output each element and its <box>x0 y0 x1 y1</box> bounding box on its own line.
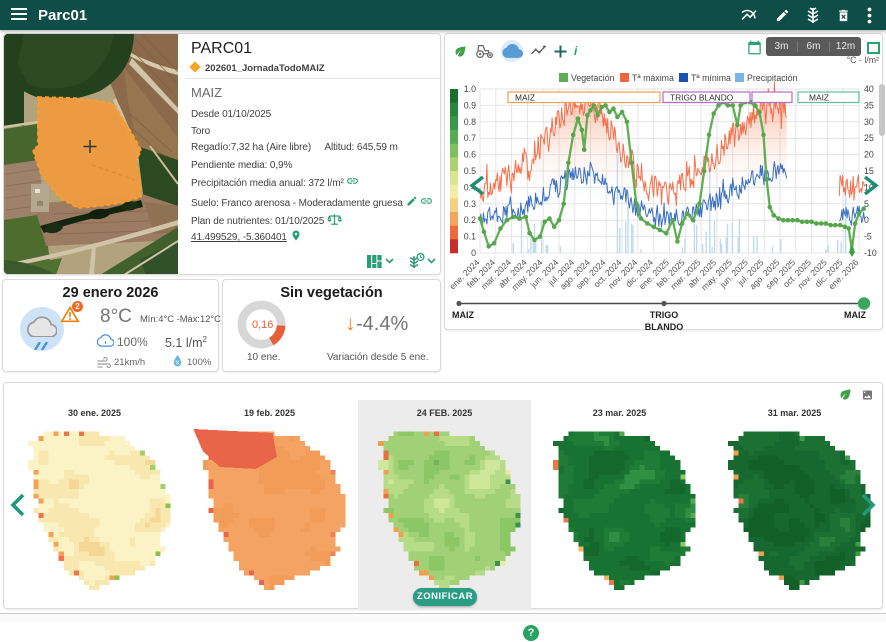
svg-text:0.1: 0.1 <box>464 232 476 242</box>
svg-text:0.7: 0.7 <box>464 133 476 143</box>
svg-text:TRIGO BLANDO: TRIGO BLANDO <box>670 93 734 103</box>
svg-text:°C - l/m²: °C - l/m² <box>847 55 879 65</box>
svg-text:Tª máxima: Tª máxima <box>632 73 674 83</box>
svg-text:5: 5 <box>864 199 869 209</box>
svg-text:30: 30 <box>864 117 874 127</box>
svg-text:MAIZ: MAIZ <box>515 93 535 103</box>
svg-text:25: 25 <box>864 133 874 143</box>
svg-text:Tª mínima: Tª mínima <box>691 73 731 83</box>
svg-text:0,16: 0,16 <box>252 319 273 331</box>
svg-text:-5: -5 <box>864 232 872 242</box>
svg-text:20: 20 <box>864 150 874 160</box>
svg-text:0.9: 0.9 <box>464 100 476 110</box>
svg-text:MAIZ: MAIZ <box>809 93 829 103</box>
svg-text:0.6: 0.6 <box>464 150 476 160</box>
svg-text:0.8: 0.8 <box>464 117 476 127</box>
svg-text:TRIGO: TRIGO <box>650 310 679 320</box>
svg-text:35: 35 <box>864 100 874 110</box>
svg-text:MAIZ: MAIZ <box>452 310 474 320</box>
svg-text:BLANDO: BLANDO <box>645 322 684 331</box>
svg-text:0.5: 0.5 <box>464 166 476 176</box>
svg-text:40: 40 <box>864 84 874 94</box>
svg-text:Vegetación: Vegetación <box>571 73 615 83</box>
svg-text:1.0: 1.0 <box>464 84 476 94</box>
svg-text:0: 0 <box>471 248 476 258</box>
svg-text:Precipitación: Precipitación <box>747 73 797 83</box>
svg-text:MAIZ: MAIZ <box>844 310 866 320</box>
svg-text:-10: -10 <box>864 248 877 258</box>
svg-text:15: 15 <box>864 166 874 176</box>
svg-text:0: 0 <box>864 215 869 225</box>
svg-text:0.2: 0.2 <box>464 215 476 225</box>
svg-text:0.3: 0.3 <box>464 199 476 209</box>
